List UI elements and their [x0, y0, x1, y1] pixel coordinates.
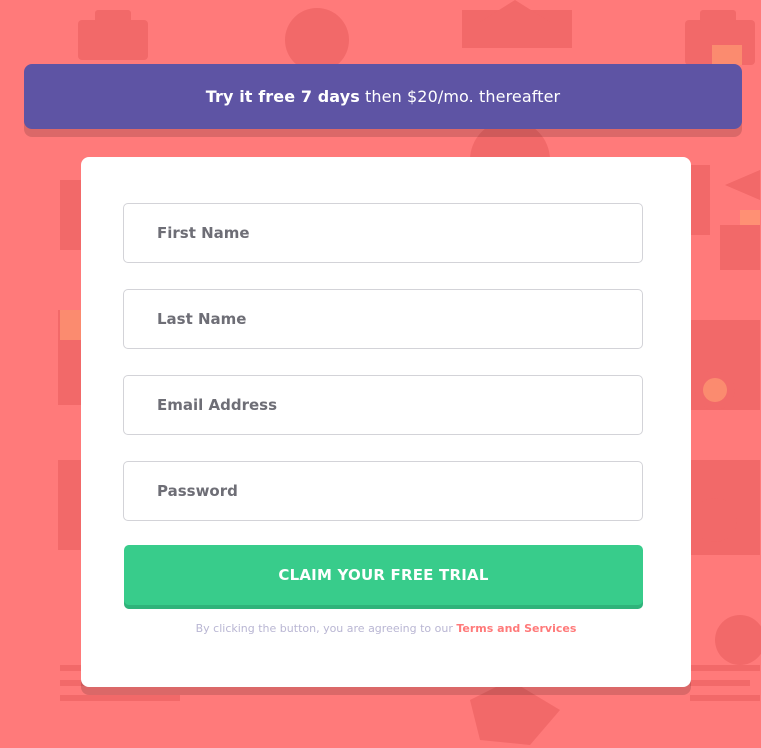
signup-form: CLAIM YOUR FREE TRIAL By clicking the bu… [81, 157, 691, 687]
terms-link[interactable]: Terms and Services [456, 622, 576, 635]
email-field[interactable] [123, 375, 643, 435]
pricing-banner: Try it free 7 days then $20/mo. thereaft… [24, 64, 742, 129]
terms-text: By clicking the button, you are agreeing… [195, 622, 453, 635]
banner-highlight: Try it free 7 days [205, 87, 360, 106]
first-name-field[interactable] [123, 203, 643, 263]
password-field[interactable] [123, 461, 643, 521]
claim-trial-button[interactable]: CLAIM YOUR FREE TRIAL [124, 545, 643, 605]
terms-notice: By clicking the button, you are agreeing… [81, 622, 691, 635]
banner-text: then $20/mo. thereafter [365, 87, 561, 106]
last-name-field[interactable] [123, 289, 643, 349]
